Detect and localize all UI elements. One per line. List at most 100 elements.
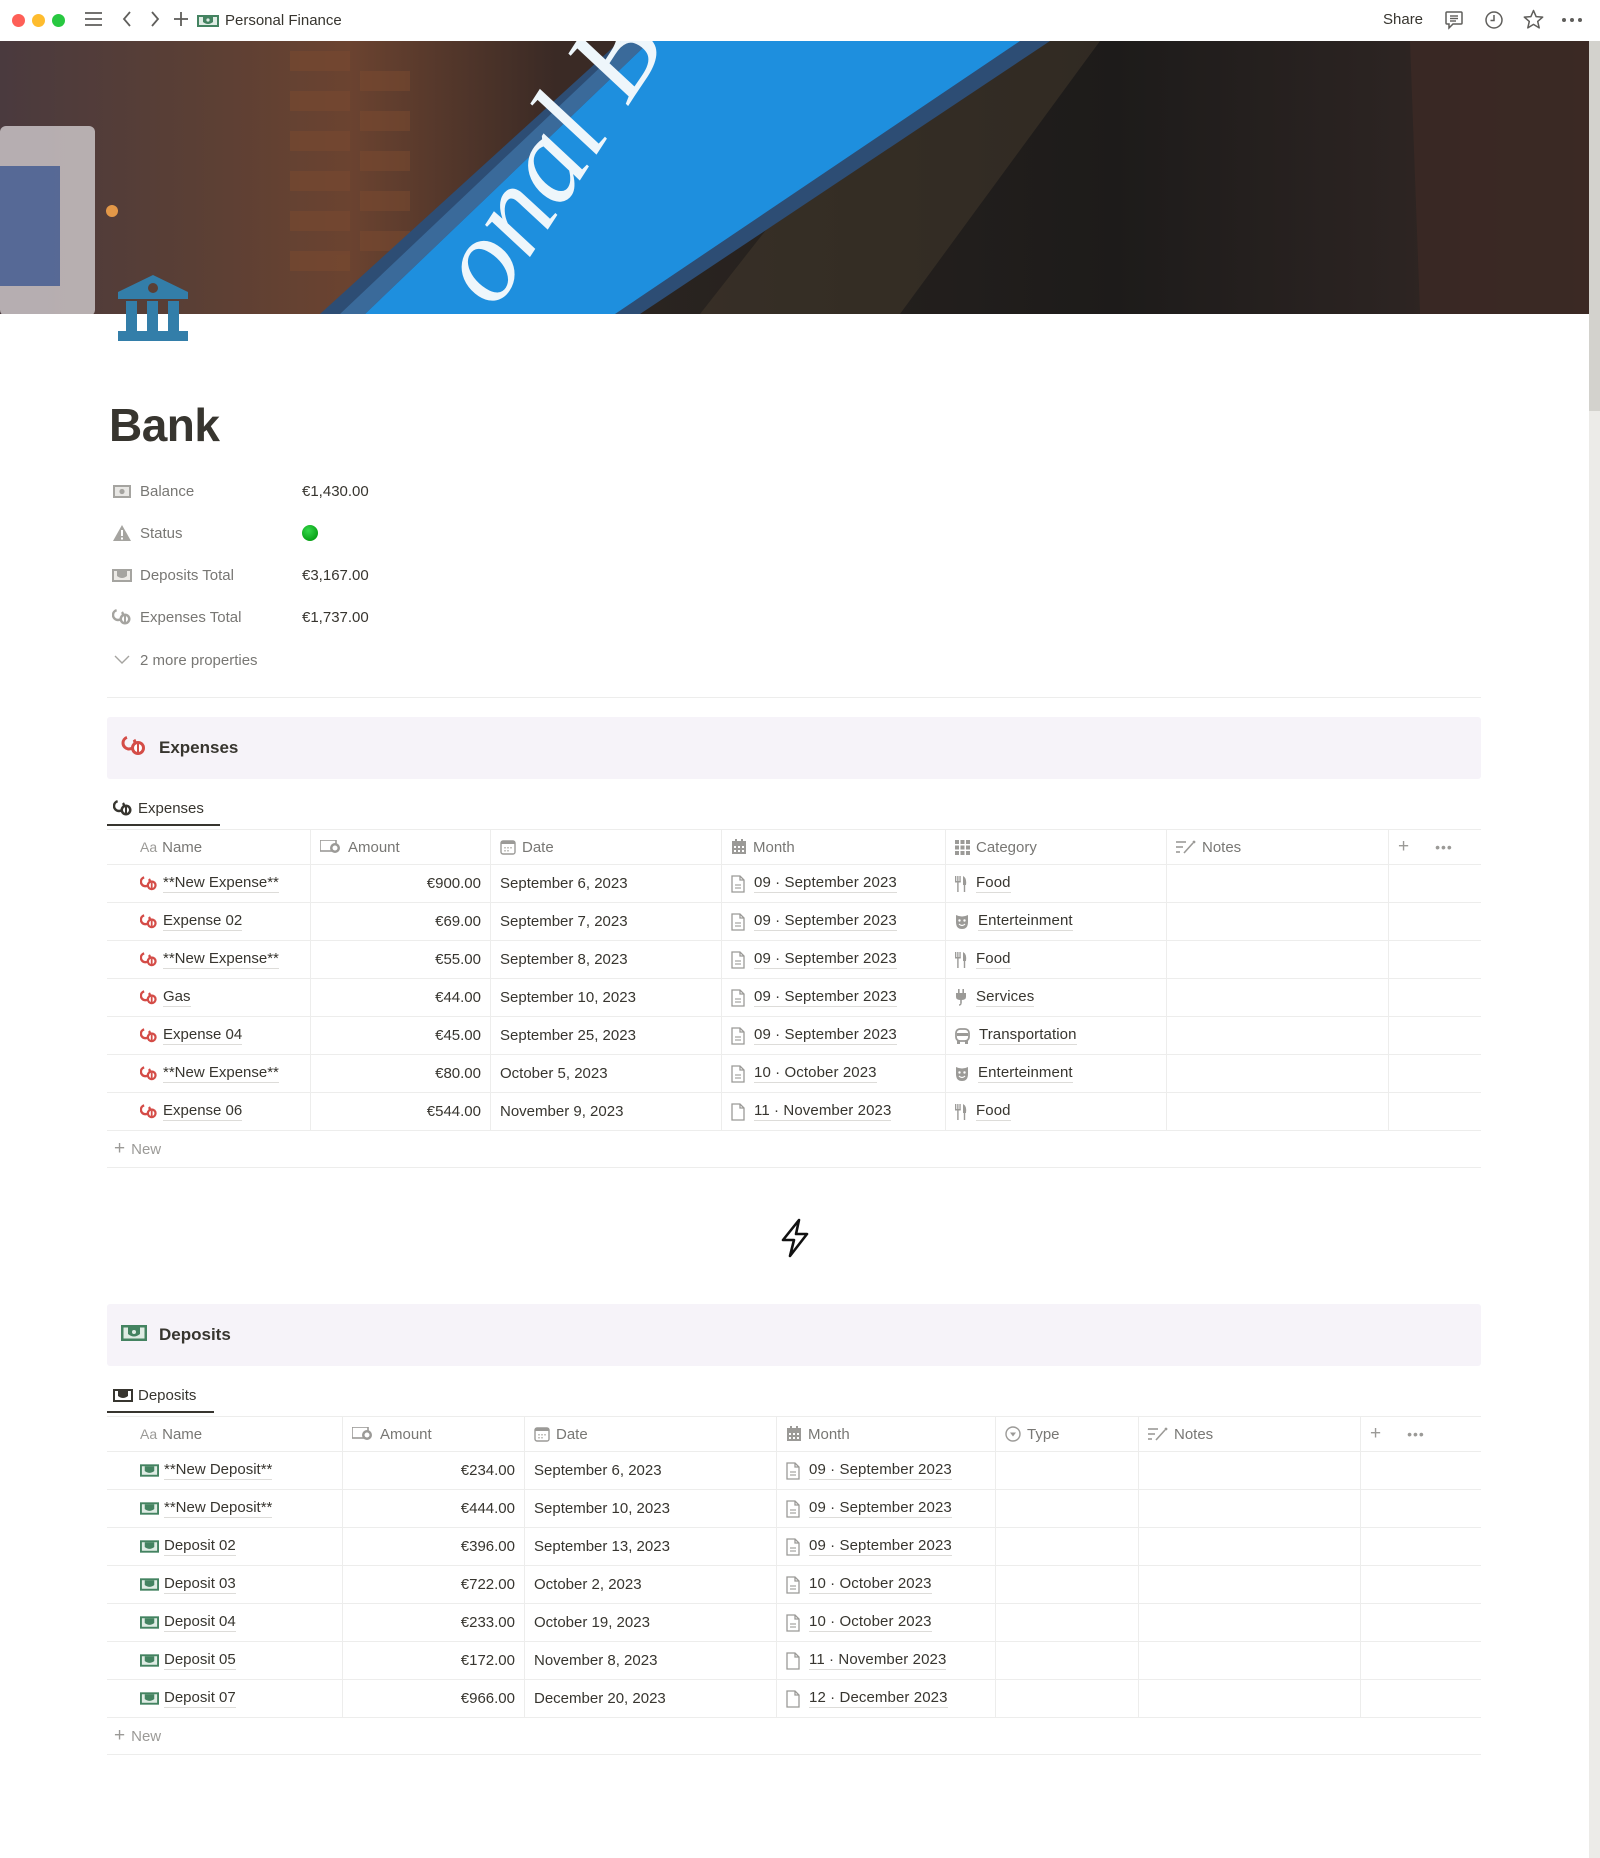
back-icon[interactable]: [121, 10, 133, 32]
cell-category[interactable]: Food: [946, 865, 1167, 902]
table-row[interactable]: Expense 04 €45.00 September 25, 2023 09 · S…: [107, 1017, 1481, 1055]
property-deposits-total[interactable]: Deposits Total: [112, 562, 234, 588]
cell-type[interactable]: [996, 1680, 1139, 1717]
status-value[interactable]: [302, 520, 318, 546]
row-title-link[interactable]: **New Expense**: [163, 1064, 279, 1083]
cell-type[interactable]: [996, 1642, 1139, 1679]
cell-amount[interactable]: €80.00: [311, 1055, 491, 1092]
cell-notes[interactable]: [1167, 865, 1389, 902]
cell-notes[interactable]: [1139, 1452, 1361, 1489]
row-title-link[interactable]: Gas: [163, 988, 191, 1007]
cell-date[interactable]: November 8, 2023: [525, 1642, 777, 1679]
cell-name[interactable]: Deposit 03: [107, 1566, 343, 1603]
cell-month[interactable]: 09 · September 2023: [722, 865, 946, 902]
column-header-date[interactable]: Date: [491, 830, 722, 864]
column-header-month[interactable]: Month: [722, 830, 946, 864]
cell-notes[interactable]: [1167, 1055, 1389, 1092]
breadcrumb-title[interactable]: Personal Finance: [225, 12, 342, 29]
cell-month[interactable]: 09 · September 2023: [777, 1490, 996, 1527]
cell-notes[interactable]: [1167, 1017, 1389, 1054]
deposits-total-value[interactable]: €3,167.00: [302, 562, 369, 588]
cell-date[interactable]: December 20, 2023: [525, 1680, 777, 1717]
window-maximize-button[interactable]: [52, 14, 65, 27]
cell-name[interactable]: Deposit 02: [107, 1528, 343, 1565]
month-relation-link[interactable]: 09 · September 2023: [754, 950, 897, 969]
cell-amount[interactable]: €172.00: [343, 1642, 525, 1679]
column-header-notes[interactable]: Notes: [1139, 1417, 1361, 1451]
category-relation-link[interactable]: Transportation: [979, 1026, 1077, 1045]
cover-image[interactable]: onal Bank: [0, 41, 1589, 314]
expenses-total-value[interactable]: €1,737.00: [302, 604, 369, 630]
cell-notes[interactable]: [1167, 903, 1389, 940]
sidebar-menu-icon[interactable]: [84, 10, 103, 32]
table-row[interactable]: **New Expense** €900.00 September 6, 2023 0…: [107, 865, 1481, 903]
more-icon[interactable]: [1561, 10, 1583, 34]
category-relation-link[interactable]: Enterteinment: [978, 912, 1073, 931]
cell-name[interactable]: Deposit 07: [107, 1680, 343, 1717]
cell-date[interactable]: October 2, 2023: [525, 1566, 777, 1603]
cell-month[interactable]: 09 · September 2023: [722, 979, 946, 1016]
table-row[interactable]: Gas €44.00 September 10, 2023 09 · Septembe…: [107, 979, 1481, 1017]
cell-name[interactable]: Expense 02: [107, 903, 311, 940]
cell-date[interactable]: September 7, 2023: [491, 903, 722, 940]
category-relation-link[interactable]: Food: [976, 874, 1011, 893]
comments-icon[interactable]: [1444, 10, 1464, 34]
cell-month[interactable]: 09 · September 2023: [777, 1528, 996, 1565]
window-minimize-button[interactable]: [32, 14, 45, 27]
favorite-icon[interactable]: [1523, 9, 1544, 34]
cell-type[interactable]: [996, 1566, 1139, 1603]
category-relation-link[interactable]: Food: [976, 950, 1011, 969]
cell-category[interactable]: Enterteinment: [946, 1055, 1167, 1092]
table-row[interactable]: **New Expense** €55.00 September 8, 2023 09…: [107, 941, 1481, 979]
scrollbar-thumb[interactable]: [1589, 41, 1600, 411]
cell-amount[interactable]: €44.00: [311, 979, 491, 1016]
cell-amount[interactable]: €45.00: [311, 1017, 491, 1054]
new-deposit-button[interactable]: + New: [107, 1718, 1481, 1755]
month-relation-link[interactable]: 10 · October 2023: [809, 1613, 932, 1632]
row-title-link[interactable]: Deposit 03: [164, 1575, 236, 1594]
month-relation-link[interactable]: 09 · September 2023: [809, 1461, 952, 1480]
row-title-link[interactable]: Deposit 02: [164, 1537, 236, 1556]
cell-amount[interactable]: €69.00: [311, 903, 491, 940]
column-header-category[interactable]: Category: [946, 830, 1167, 864]
tab-expenses-view[interactable]: Expenses: [107, 790, 220, 826]
cell-notes[interactable]: [1139, 1566, 1361, 1603]
cell-month[interactable]: 11 · November 2023: [722, 1093, 946, 1130]
property-balance[interactable]: Balance: [112, 478, 194, 504]
month-relation-link[interactable]: 10 · October 2023: [754, 1064, 877, 1083]
cell-amount[interactable]: €396.00: [343, 1528, 525, 1565]
cell-date[interactable]: September 13, 2023: [525, 1528, 777, 1565]
row-title-link[interactable]: **New Expense**: [163, 874, 279, 893]
cell-name[interactable]: **New Expense**: [107, 1055, 311, 1092]
cell-name[interactable]: **New Expense**: [107, 865, 311, 902]
column-header-month[interactable]: Month: [777, 1417, 996, 1451]
cell-notes[interactable]: [1167, 979, 1389, 1016]
cell-date[interactable]: October 19, 2023: [525, 1604, 777, 1641]
row-title-link[interactable]: **New Deposit**: [164, 1461, 273, 1480]
cell-month[interactable]: 09 · September 2023: [722, 941, 946, 978]
cell-month[interactable]: 09 · September 2023: [722, 1017, 946, 1054]
new-page-icon[interactable]: [173, 10, 189, 32]
month-relation-link[interactable]: 11 · November 2023: [754, 1102, 892, 1121]
page-title[interactable]: Bank: [109, 398, 220, 452]
table-row[interactable]: Expense 02 €69.00 September 7, 2023 09 · Se…: [107, 903, 1481, 941]
cell-month[interactable]: 10 · October 2023: [777, 1566, 996, 1603]
more-options-button[interactable]: •••: [1407, 1426, 1425, 1442]
balance-value[interactable]: €1,430.00: [302, 478, 369, 504]
share-button[interactable]: Share: [1383, 11, 1423, 28]
cell-date[interactable]: September 10, 2023: [525, 1490, 777, 1527]
column-header-name[interactable]: Aa Name: [107, 1417, 343, 1451]
row-title-link[interactable]: Expense 02: [163, 912, 243, 931]
cell-category[interactable]: Transportation: [946, 1017, 1167, 1054]
forward-icon[interactable]: [149, 10, 161, 32]
month-relation-link[interactable]: 09 · September 2023: [754, 1026, 897, 1045]
cell-amount[interactable]: €966.00: [343, 1680, 525, 1717]
add-column-button[interactable]: +: [1370, 1423, 1381, 1445]
row-title-link[interactable]: Deposit 04: [164, 1613, 236, 1632]
cell-notes[interactable]: [1167, 1093, 1389, 1130]
cell-amount[interactable]: €900.00: [311, 865, 491, 902]
cell-amount[interactable]: €55.00: [311, 941, 491, 978]
column-header-amount[interactable]: Amount: [343, 1417, 525, 1451]
cell-amount[interactable]: €444.00: [343, 1490, 525, 1527]
cell-notes[interactable]: [1139, 1604, 1361, 1641]
